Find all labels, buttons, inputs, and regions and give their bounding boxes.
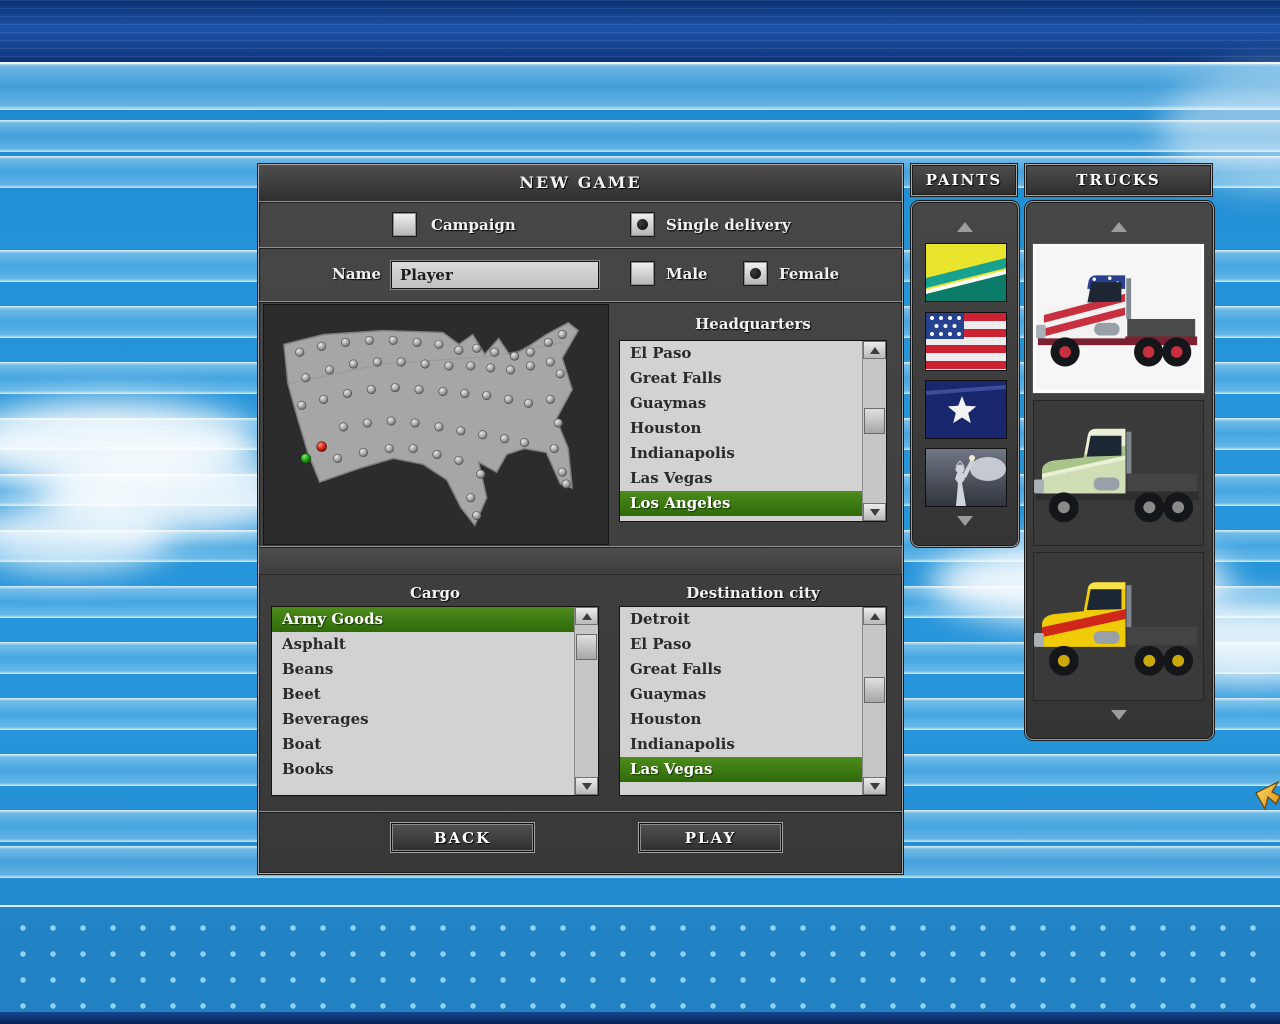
arrow-down-icon [870,783,880,790]
paints-scroll-down-icon[interactable] [957,516,973,526]
list-item[interactable]: Indianapolis [620,732,862,757]
list-item[interactable]: El Paso [620,341,862,366]
paints-scroll-up-icon[interactable] [957,222,973,232]
single-delivery-radio[interactable] [630,212,655,237]
paint-swatch-statue-liberty[interactable] [925,448,1007,507]
campaign-checkbox[interactable] [392,212,417,237]
footer-navy-bar [0,1012,1280,1024]
new-game-dialog: NEW GAME Campaign Single delivery Name M… [258,164,903,874]
cargo-listbox: Army GoodsAsphaltBeansBeetBeveragesBoatB… [271,606,599,796]
radio-dot [637,219,648,230]
arrow-down-icon [870,509,880,516]
male-checkbox[interactable] [630,261,655,286]
usa-map-image [264,305,608,544]
truck-thumb-green[interactable] [1033,400,1204,546]
trucks-scroll-up-icon[interactable] [1111,222,1127,232]
headquarters-scrollbar[interactable] [862,341,886,521]
scroll-up-button[interactable] [863,607,886,625]
cargo-scrollbar[interactable] [574,607,598,795]
destination-list[interactable]: DetroitEl PasoGreat FallsGuaymasHoustonI… [620,607,862,795]
cargo-list[interactable]: Army GoodsAsphaltBeansBeetBeveragesBoatB… [272,607,574,795]
trucks-scroll-down-icon[interactable] [1111,710,1127,720]
female-label: Female [779,261,839,287]
name-label: Name [317,261,381,287]
back-button[interactable]: BACK [391,823,534,852]
dialog-title: NEW GAME [259,165,902,201]
scroll-down-button[interactable] [863,777,886,795]
mouse-cursor [1255,779,1280,813]
game-mode-row: Campaign Single delivery [259,201,902,248]
scrollbar-thumb[interactable] [864,677,885,703]
sky-stripe [0,120,1280,152]
headquarters-listbox: El PasoGreat FallsGuaymasHoustonIndianap… [619,340,887,522]
top-navy-bar [0,0,1280,64]
list-item[interactable]: Indianapolis [620,441,862,466]
trucks-panel-title: TRUCKS [1025,164,1212,196]
female-radio[interactable] [743,261,768,286]
list-item[interactable]: Detroit [620,607,862,632]
game-screen: NEW GAME Campaign Single delivery Name M… [0,0,1280,1024]
headquarters-heading: Headquarters [619,312,887,336]
list-item[interactable]: El Paso [620,632,862,657]
list-item[interactable]: Guaymas [620,391,862,416]
name-input[interactable] [391,261,599,289]
play-button[interactable]: PLAY [639,823,782,852]
paints-panel [911,201,1019,547]
single-delivery-label: Single delivery [666,212,791,238]
list-item[interactable]: Boat [272,732,574,757]
list-item[interactable]: Beverages [272,707,574,732]
trucks-panel [1025,201,1214,740]
list-item[interactable]: Las Vegas [620,466,862,491]
arrow-up-icon [582,613,592,620]
list-item[interactable]: Books [272,757,574,782]
destination-city-dot [317,442,327,452]
list-item[interactable]: Great Falls [620,366,862,391]
cargo-destination-section: Cargo Army GoodsAsphaltBeansBeetBeverage… [259,573,902,811]
list-item[interactable]: Asphalt [272,632,574,657]
headquarters-city-dot [301,454,311,464]
truck-thumb-flag[interactable] [1033,244,1204,393]
list-item[interactable]: Beans [272,657,574,682]
truck-thumb-yellow[interactable] [1033,552,1204,701]
radio-dot [750,268,761,279]
headquarters-list[interactable]: El PasoGreat FallsGuaymasHoustonIndianap… [620,341,862,521]
scrollbar-track[interactable] [863,625,886,777]
paint-swatch-blue-star[interactable] [925,380,1007,439]
scrollbar-thumb[interactable] [576,634,597,660]
arrow-up-icon [870,347,880,354]
list-item[interactable]: Army Goods [272,607,574,632]
sky-stripe [0,62,1280,110]
list-item[interactable]: Beet [272,682,574,707]
separator-strip [259,546,902,575]
list-item[interactable]: Houston [620,416,862,441]
scroll-up-button[interactable] [575,607,598,625]
list-item[interactable]: Great Falls [620,657,862,682]
male-label: Male [666,261,708,287]
destination-heading: Destination city [619,581,887,605]
scroll-up-button[interactable] [863,341,886,359]
list-item[interactable]: Houston [620,707,862,732]
cargo-heading: Cargo [271,581,599,605]
scrollbar-track[interactable] [575,625,598,777]
bottom-dot-band [0,905,1280,1014]
scrollbar-thumb[interactable] [864,408,885,434]
name-row: Name Male Female [259,247,902,302]
campaign-label: Campaign [431,212,516,238]
list-item[interactable]: Los Angeles [620,491,862,516]
arrow-down-icon [582,783,592,790]
scroll-down-button[interactable] [863,503,886,521]
arrow-up-icon [870,613,880,620]
paints-panel-title: PAINTS [911,164,1017,196]
list-item[interactable]: Guaymas [620,682,862,707]
destination-scrollbar[interactable] [862,607,886,795]
paint-swatch-yellow-green[interactable] [925,243,1007,302]
usa-map[interactable] [263,304,609,545]
scroll-down-button[interactable] [575,777,598,795]
map-section: Headquarters El PasoGreat FallsGuaymasHo… [259,301,902,547]
button-row: BACK PLAY [259,811,902,873]
list-item[interactable]: Las Vegas [620,757,862,782]
destination-listbox: DetroitEl PasoGreat FallsGuaymasHoustonI… [619,606,887,796]
paint-swatch-us-flag[interactable] [925,312,1007,371]
scrollbar-track[interactable] [863,359,886,503]
